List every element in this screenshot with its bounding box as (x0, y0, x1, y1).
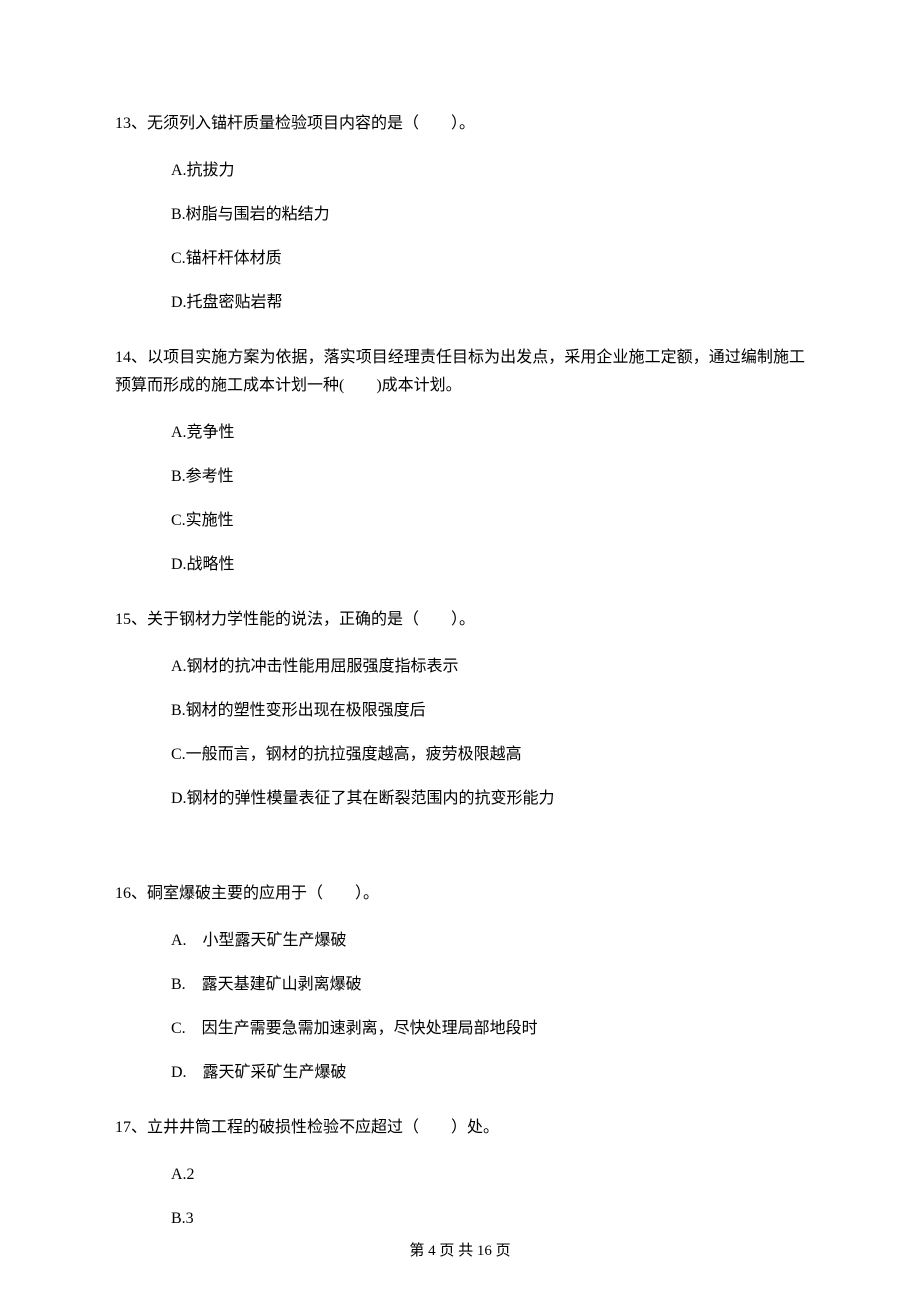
question-17: 17、立井井筒工程的破损性检验不应超过（ ）处。 A.2 B.3 (115, 1114, 805, 1230)
question-text: 以项目实施方案为依据，落实项目经理责任目标为出发点，采用企业施工定额，通过编制施… (115, 349, 805, 394)
question-stem: 15、关于钢材力学性能的说法，正确的是（ ）。 (115, 606, 805, 634)
question-stem: 13、无须列入锚杆质量检验项目内容的是（ ）。 (115, 110, 805, 138)
option-b: B.钢材的塑性变形出现在极限强度后 (115, 700, 805, 722)
page-footer: 第 4 页 共 16 页 (0, 1239, 920, 1260)
spacer (115, 840, 805, 880)
option-c: C. 因生产需要急需加速剥离，尽快处理局部地段时 (115, 1018, 805, 1040)
question-16: 16、硐室爆破主要的应用于（ ）。 A. 小型露天矿生产爆破 B. 露天基建矿山… (115, 880, 805, 1084)
question-text: 无须列入锚杆质量检验项目内容的是（ ）。 (147, 115, 475, 132)
question-text: 硐室爆破主要的应用于（ ）。 (147, 885, 379, 902)
question-15: 15、关于钢材力学性能的说法，正确的是（ ）。 A.钢材的抗冲击性能用屈服强度指… (115, 606, 805, 810)
question-stem: 14、以项目实施方案为依据，落实项目经理责任目标为出发点，采用企业施工定额，通过… (115, 344, 805, 400)
option-d: D. 露天矿采矿生产爆破 (115, 1062, 805, 1084)
question-13: 13、无须列入锚杆质量检验项目内容的是（ ）。 A.抗拔力 B.树脂与围岩的粘结… (115, 110, 805, 314)
option-a: A.2 (115, 1164, 805, 1186)
option-d: D.托盘密贴岩帮 (115, 292, 805, 314)
option-b: B.参考性 (115, 466, 805, 488)
option-b: B.树脂与围岩的粘结力 (115, 204, 805, 226)
option-b: B. 露天基建矿山剥离爆破 (115, 974, 805, 996)
option-b: B.3 (115, 1208, 805, 1230)
question-14: 14、以项目实施方案为依据，落实项目经理责任目标为出发点，采用企业施工定额，通过… (115, 344, 805, 576)
page-container: 13、无须列入锚杆质量检验项目内容的是（ ）。 A.抗拔力 B.树脂与围岩的粘结… (0, 0, 920, 1302)
option-d: D.钢材的弹性模量表征了其在断裂范围内的抗变形能力 (115, 788, 805, 810)
question-stem: 16、硐室爆破主要的应用于（ ）。 (115, 880, 805, 908)
question-text: 立井井筒工程的破损性检验不应超过（ ）处。 (147, 1119, 499, 1136)
question-stem: 17、立井井筒工程的破损性检验不应超过（ ）处。 (115, 1114, 805, 1142)
option-c: C.实施性 (115, 510, 805, 532)
option-a: A. 小型露天矿生产爆破 (115, 930, 805, 952)
option-c: C.锚杆杆体材质 (115, 248, 805, 270)
option-d: D.战略性 (115, 554, 805, 576)
question-number: 17、 (115, 1119, 147, 1136)
option-a: A.竞争性 (115, 422, 805, 444)
option-c: C.一般而言，钢材的抗拉强度越高，疲劳极限越高 (115, 744, 805, 766)
option-a: A.钢材的抗冲击性能用屈服强度指标表示 (115, 656, 805, 678)
question-text: 关于钢材力学性能的说法，正确的是（ ）。 (147, 611, 475, 628)
option-a: A.抗拔力 (115, 160, 805, 182)
question-number: 15、 (115, 611, 147, 628)
question-number: 16、 (115, 885, 147, 902)
question-number: 14、 (115, 349, 147, 366)
question-number: 13、 (115, 115, 147, 132)
